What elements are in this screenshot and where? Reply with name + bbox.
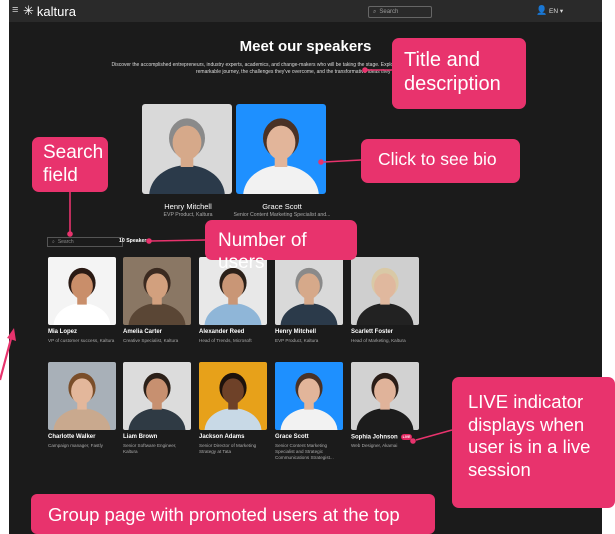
callout-live-indicator: LIVE indicator displays when user is in … (452, 377, 615, 508)
callout-group-page: Group page with promoted users at the to… (31, 494, 435, 534)
callout-click-bio: Click to see bio (361, 139, 520, 183)
callout-title-description: Title and description (392, 38, 526, 109)
callout-number-of-users: Number of users (205, 220, 357, 273)
callout-search-field: Search field (32, 137, 108, 192)
